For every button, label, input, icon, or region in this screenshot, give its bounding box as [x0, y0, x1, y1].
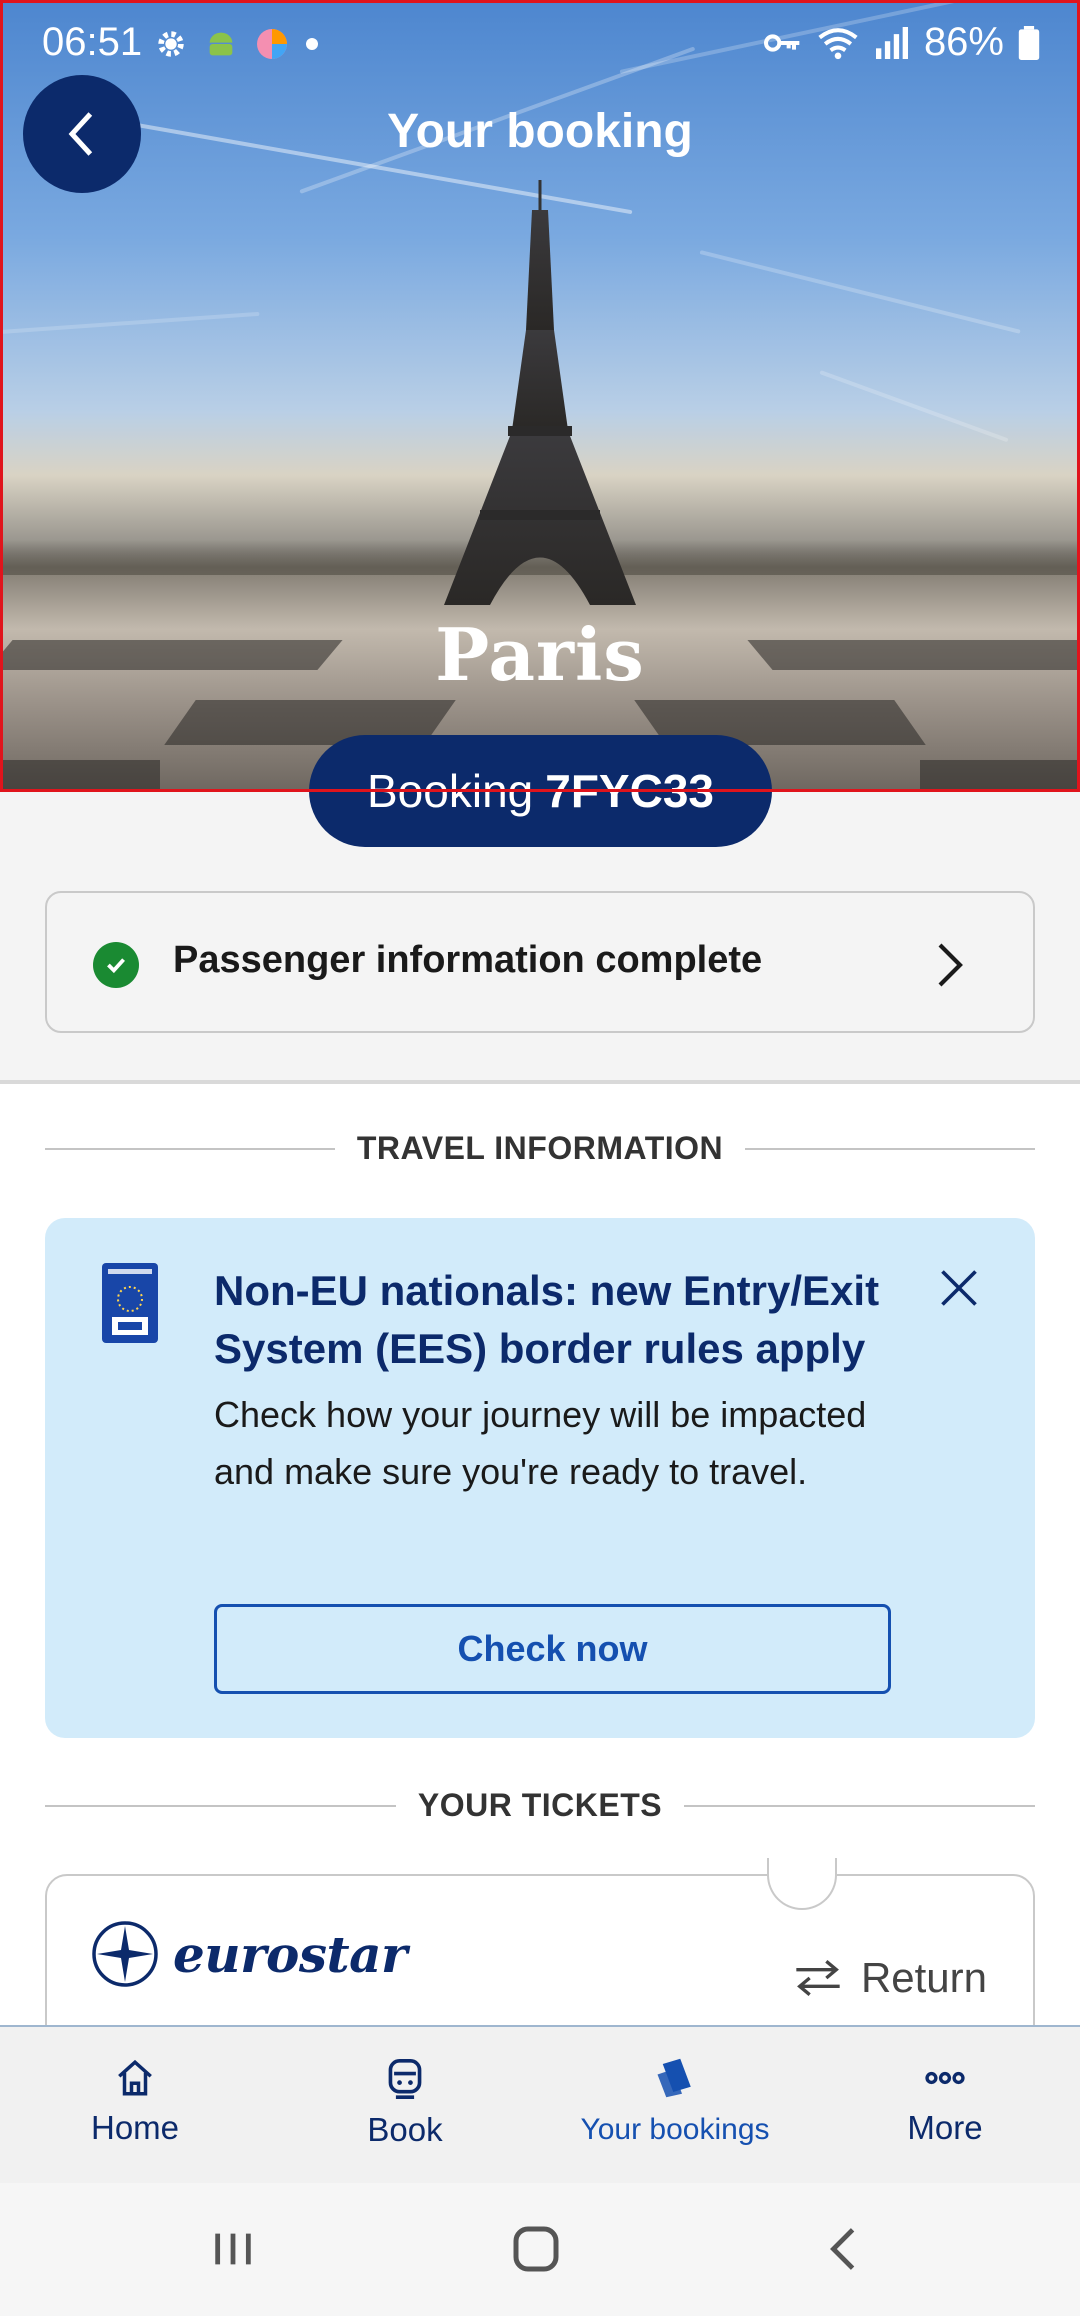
nav-your-bookings-label: Your bookings — [580, 2113, 770, 2146]
booking-reference-badge: Booking 7FYC33 — [309, 735, 772, 847]
eiffel-tower-illustration — [444, 180, 636, 605]
check-circle-icon — [93, 942, 139, 988]
brand-name: eurostar — [173, 1924, 407, 1984]
signal-icon — [875, 26, 908, 59]
tickets-icon — [657, 2058, 691, 2098]
banner-title: Non-EU nationals: new Entry/Exit System … — [214, 1267, 880, 1372]
close-banner-button[interactable] — [937, 1266, 981, 1310]
back-nav-icon[interactable] — [820, 2221, 866, 2277]
browser-icon — [257, 29, 287, 59]
ticket-notch — [767, 1858, 837, 1910]
passport-icon — [102, 1263, 158, 1343]
status-time: 06:51 — [42, 20, 143, 64]
check-now-button[interactable]: Check now — [214, 1604, 891, 1694]
nav-book[interactable]: Book — [270, 2027, 540, 2183]
home-button-icon[interactable] — [508, 2221, 564, 2277]
battery-icon — [1018, 25, 1040, 60]
passenger-status-text: Passenger information complete — [173, 939, 763, 981]
booking-label: Booking — [367, 765, 534, 817]
notification-dot — [306, 38, 318, 50]
android-icon — [209, 32, 233, 56]
eurostar-star-icon — [92, 1921, 158, 1987]
page-title: Your booking — [387, 105, 693, 158]
destination-city: Paris — [435, 612, 645, 697]
your-tickets-title: YOUR TICKETS — [417, 1787, 663, 1823]
more-icon — [925, 2071, 965, 2085]
nav-your-bookings[interactable]: Your bookings — [540, 2027, 810, 2183]
swap-arrows-icon — [796, 1960, 840, 1996]
nav-book-label: Book — [367, 2111, 443, 2148]
bottom-navigation: Home Book Your bookings More — [0, 2025, 1080, 2183]
chevron-right-icon — [938, 943, 963, 987]
your-tickets-heading: YOUR TICKETS — [45, 1787, 1036, 1824]
trip-type: Return — [793, 1954, 987, 2002]
eurostar-logo: eurostar — [91, 1920, 407, 1988]
passenger-info-card[interactable]: Passenger information complete — [45, 891, 1035, 1033]
settings-icon — [158, 31, 184, 57]
battery-percent: 86% — [923, 20, 1004, 64]
train-icon — [388, 2058, 422, 2099]
close-icon — [941, 1270, 977, 1306]
wifi-icon — [818, 27, 858, 59]
travel-information-title: TRAVEL INFORMATION — [356, 1130, 724, 1166]
trip-type-label: Return — [860, 1954, 987, 2001]
ees-info-banner: Non-EU nationals: new Entry/Exit System … — [45, 1218, 1035, 1738]
nav-home-label: Home — [90, 2109, 180, 2146]
vpn-key-icon — [763, 33, 800, 52]
nav-more[interactable]: More — [810, 2027, 1080, 2183]
recent-apps-icon[interactable] — [210, 2221, 256, 2277]
home-icon — [118, 2059, 152, 2096]
status-bar: 06:51 86% — [0, 0, 1080, 92]
booking-reference: 7FYC33 — [545, 765, 714, 817]
nav-more-label: More — [907, 2109, 983, 2146]
system-navigation-bar — [0, 2183, 1080, 2316]
travel-information-heading: TRAVEL INFORMATION — [45, 1130, 1035, 1167]
nav-home[interactable]: Home — [0, 2027, 270, 2183]
banner-body: Check how your journey will be impacted … — [214, 1394, 867, 1492]
